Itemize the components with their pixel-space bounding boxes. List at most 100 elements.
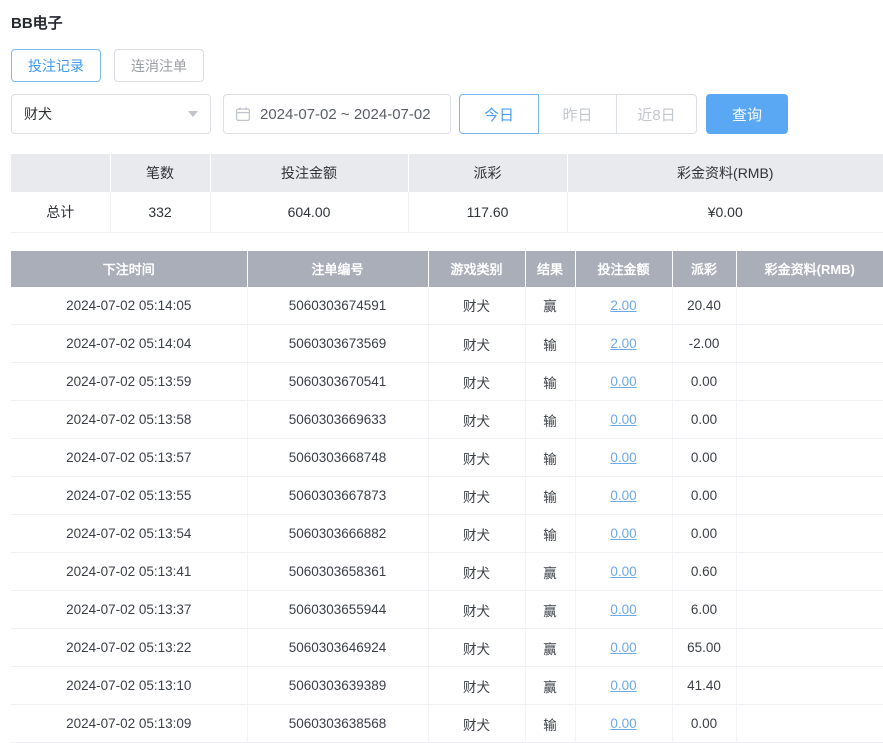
tab-cancelled-orders[interactable]: 连消注单 bbox=[114, 49, 204, 82]
cell-payout: 0.00 bbox=[672, 705, 736, 743]
table-row: 2024-07-02 05:13:54 5060303666882 财犬 输 0… bbox=[11, 515, 883, 553]
bet-amount-link[interactable]: 0.00 bbox=[610, 450, 636, 465]
bet-amount-link[interactable]: 0.00 bbox=[610, 488, 636, 503]
cell-order-number: 5060303666882 bbox=[247, 515, 428, 553]
cell-game-type: 财犬 bbox=[428, 325, 525, 363]
cell-payout: 0.00 bbox=[672, 515, 736, 553]
quick-last8days-button[interactable]: 近8日 bbox=[617, 94, 697, 134]
bet-amount-link[interactable]: 0.00 bbox=[610, 602, 636, 617]
summary-header-bet-amount: 投注金额 bbox=[210, 154, 408, 192]
cell-game-type: 财犬 bbox=[428, 401, 525, 439]
cell-result: 输 bbox=[525, 401, 575, 439]
summary-total-row: 总计 332 604.00 117.60 ¥0.00 bbox=[11, 192, 883, 232]
cell-result: 赢 bbox=[525, 287, 575, 325]
cell-result: 输 bbox=[525, 439, 575, 477]
cell-bet-time: 2024-07-02 05:13:59 bbox=[11, 363, 247, 401]
cell-order-number: 5060303668748 bbox=[247, 439, 428, 477]
cell-order-number: 5060303658361 bbox=[247, 553, 428, 591]
cell-result: 输 bbox=[525, 705, 575, 743]
cell-payout: 41.40 bbox=[672, 667, 736, 705]
cell-bet-time: 2024-07-02 05:13:22 bbox=[11, 629, 247, 667]
cell-game-type: 财犬 bbox=[428, 553, 525, 591]
cell-order-number: 5060303674591 bbox=[247, 287, 428, 325]
cell-payout: -2.00 bbox=[672, 325, 736, 363]
game-select-value: 财犬 bbox=[24, 104, 52, 124]
cell-game-type: 财犬 bbox=[428, 591, 525, 629]
tab-bet-records[interactable]: 投注记录 bbox=[11, 49, 101, 82]
cell-bet-amount: 2.00 bbox=[575, 325, 672, 363]
records-header-game-type: 游戏类别 bbox=[428, 251, 525, 287]
table-row: 2024-07-02 05:13:57 5060303668748 财犬 输 0… bbox=[11, 439, 883, 477]
table-row: 2024-07-02 05:14:05 5060303674591 财犬 赢 2… bbox=[11, 287, 883, 325]
cell-order-number: 5060303638568 bbox=[247, 705, 428, 743]
cell-bet-amount: 0.00 bbox=[575, 705, 672, 743]
cell-bonus bbox=[736, 363, 883, 401]
cell-result: 赢 bbox=[525, 629, 575, 667]
table-row: 2024-07-02 05:13:55 5060303667873 财犬 输 0… bbox=[11, 477, 883, 515]
cell-bonus bbox=[736, 477, 883, 515]
cell-payout: 0.00 bbox=[672, 477, 736, 515]
cell-game-type: 财犬 bbox=[428, 629, 525, 667]
cell-bet-amount: 0.00 bbox=[575, 401, 672, 439]
bet-amount-link[interactable]: 0.00 bbox=[610, 640, 636, 655]
date-range-value: 2024-07-02 ~ 2024-07-02 bbox=[260, 106, 431, 123]
tab-bar: 投注记录 连消注单 bbox=[11, 49, 883, 82]
cell-game-type: 财犬 bbox=[428, 667, 525, 705]
records-header-row: 下注时间 注单编号 游戏类别 结果 投注金额 派彩 彩金资料(RMB) bbox=[11, 251, 883, 287]
cell-bet-amount: 0.00 bbox=[575, 515, 672, 553]
cell-bet-time: 2024-07-02 05:13:57 bbox=[11, 439, 247, 477]
records-table-body: 2024-07-02 05:14:05 5060303674591 财犬 赢 2… bbox=[11, 287, 883, 743]
bet-amount-link[interactable]: 0.00 bbox=[610, 412, 636, 427]
cell-bonus bbox=[736, 439, 883, 477]
cell-order-number: 5060303673569 bbox=[247, 325, 428, 363]
table-row: 2024-07-02 05:13:41 5060303658361 财犬 赢 0… bbox=[11, 553, 883, 591]
bet-amount-link[interactable]: 2.00 bbox=[610, 336, 636, 351]
summary-header-blank bbox=[11, 154, 110, 192]
chevron-down-icon bbox=[188, 111, 198, 117]
cell-order-number: 5060303646924 bbox=[247, 629, 428, 667]
cell-order-number: 5060303655944 bbox=[247, 591, 428, 629]
records-header-payout: 派彩 bbox=[672, 251, 736, 287]
summary-header-row: 笔数 投注金额 派彩 彩金资料(RMB) bbox=[11, 154, 883, 192]
cell-bet-time: 2024-07-02 05:13:10 bbox=[11, 667, 247, 705]
cell-bet-amount: 0.00 bbox=[575, 629, 672, 667]
bet-amount-link[interactable]: 2.00 bbox=[610, 298, 636, 313]
cell-payout: 0.00 bbox=[672, 439, 736, 477]
cell-payout: 0.00 bbox=[672, 401, 736, 439]
filter-bar: 财犬 2024-07-02 ~ 2024-07-02 今日 昨日 近8日 查询 bbox=[11, 94, 883, 134]
cell-bonus bbox=[736, 401, 883, 439]
table-row: 2024-07-02 05:14:04 5060303673569 财犬 输 2… bbox=[11, 325, 883, 363]
cell-bonus bbox=[736, 591, 883, 629]
quick-yesterday-button[interactable]: 昨日 bbox=[539, 94, 617, 134]
records-header-result: 结果 bbox=[525, 251, 575, 287]
date-range-input[interactable]: 2024-07-02 ~ 2024-07-02 bbox=[223, 94, 451, 134]
summary-table: 笔数 投注金额 派彩 彩金资料(RMB) 总计 332 604.00 117.6… bbox=[11, 154, 883, 233]
table-row: 2024-07-02 05:13:22 5060303646924 财犬 赢 0… bbox=[11, 629, 883, 667]
bet-amount-link[interactable]: 0.00 bbox=[610, 526, 636, 541]
cell-bet-time: 2024-07-02 05:14:05 bbox=[11, 287, 247, 325]
cell-bet-amount: 0.00 bbox=[575, 591, 672, 629]
bet-amount-link[interactable]: 0.00 bbox=[610, 716, 636, 731]
table-row: 2024-07-02 05:13:59 5060303670541 财犬 输 0… bbox=[11, 363, 883, 401]
records-table: 下注时间 注单编号 游戏类别 结果 投注金额 派彩 彩金资料(RMB) 2024… bbox=[11, 251, 883, 743]
cell-result: 赢 bbox=[525, 667, 575, 705]
cell-result: 输 bbox=[525, 515, 575, 553]
quick-today-button[interactable]: 今日 bbox=[459, 94, 539, 134]
bet-amount-link[interactable]: 0.00 bbox=[610, 678, 636, 693]
table-row: 2024-07-02 05:13:09 5060303638568 财犬 输 0… bbox=[11, 705, 883, 743]
cell-bet-amount: 2.00 bbox=[575, 287, 672, 325]
records-header-bonus: 彩金资料(RMB) bbox=[736, 251, 883, 287]
cell-bet-time: 2024-07-02 05:14:04 bbox=[11, 325, 247, 363]
bet-amount-link[interactable]: 0.00 bbox=[610, 564, 636, 579]
bet-amount-link[interactable]: 0.00 bbox=[610, 374, 636, 389]
cell-bet-amount: 0.00 bbox=[575, 667, 672, 705]
game-select[interactable]: 财犬 bbox=[11, 94, 211, 134]
cell-result: 赢 bbox=[525, 591, 575, 629]
cell-bonus bbox=[736, 553, 883, 591]
cell-bonus bbox=[736, 287, 883, 325]
table-row: 2024-07-02 05:13:37 5060303655944 财犬 赢 0… bbox=[11, 591, 883, 629]
cell-bet-time: 2024-07-02 05:13:58 bbox=[11, 401, 247, 439]
search-button[interactable]: 查询 bbox=[706, 94, 788, 134]
cell-bet-amount: 0.00 bbox=[575, 477, 672, 515]
summary-total-bet-amount: 604.00 bbox=[210, 192, 408, 232]
